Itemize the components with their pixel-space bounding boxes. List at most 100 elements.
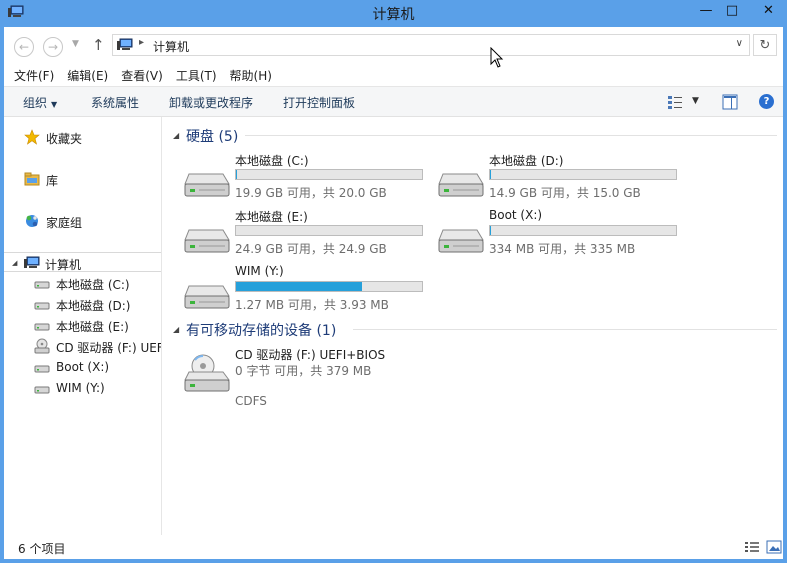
command-bar: 组织 ▼ 系统属性 卸载或更改程序 打开控制面板 ▼ ? <box>4 86 783 117</box>
drive-name: WIM (Y:) <box>235 264 284 278</box>
nav-label: 本地磁盘 (C:) <box>56 278 130 292</box>
menu-file[interactable]: 文件(F) <box>14 67 54 84</box>
nav-computer[interactable]: ◢ 计算机 <box>4 252 161 272</box>
recent-locations-dropdown[interactable]: ▼ <box>72 39 79 49</box>
close-button[interactable]: ✕ <box>750 0 787 20</box>
hard-drive-icon <box>184 285 230 309</box>
hard-drive-icon <box>184 173 230 197</box>
content-pane: ◢ 硬盘 (5) 本地磁盘 (C:) 19.9 GB 可用，共 20.0 GB … <box>163 117 783 535</box>
refresh-button[interactable]: ↻ <box>753 34 777 56</box>
hard-drive-icon <box>34 323 50 331</box>
menu-edit[interactable]: 编辑(E) <box>67 67 108 84</box>
drive-space: 0 字节 可用，共 379 MB <box>235 364 372 378</box>
nav-label: 本地磁盘 (D:) <box>56 299 131 313</box>
library-icon <box>24 172 40 186</box>
help-icon[interactable]: ? <box>759 94 774 109</box>
nav-label: WIM (Y:) <box>56 381 105 395</box>
nav-drive-c[interactable]: 本地磁盘 (C:) <box>4 273 161 293</box>
nav-favorites[interactable]: 收藏夹 <box>4 127 161 147</box>
nav-label: 计算机 <box>45 258 82 272</box>
drive-tile-x[interactable]: Boot (X:) 334 MB 可用，共 335 MB <box>437 208 689 262</box>
maximize-button[interactable]: □ <box>718 0 746 20</box>
group-divider <box>353 329 777 330</box>
system-properties-button[interactable]: 系统属性 <box>91 94 139 111</box>
menu-help[interactable]: 帮助(H) <box>230 67 272 84</box>
menu-bar: 文件(F) 编辑(E) 查看(V) 工具(T) 帮助(H) <box>4 64 783 86</box>
hard-drive-icon <box>34 365 50 373</box>
group-title: 有可移动存储的设备 (1) <box>186 323 337 339</box>
nav-drive-f[interactable]: CD 驱动器 (F:) UEFI+BIOS <box>4 336 161 356</box>
collapse-arrow-icon[interactable]: ◢ <box>173 325 179 334</box>
uninstall-program-button[interactable]: 卸载或更改程序 <box>169 94 253 111</box>
menu-view[interactable]: 查看(V) <box>121 67 163 84</box>
hard-drive-icon <box>438 173 484 197</box>
caret-down-icon: ▼ <box>51 100 58 109</box>
capacity-fill <box>490 226 491 235</box>
computer-icon <box>117 38 133 50</box>
large-icons-view-icon[interactable] <box>766 540 782 554</box>
nav-drive-d[interactable]: 本地磁盘 (D:) <box>4 294 161 314</box>
capacity-fill <box>236 282 363 291</box>
navigation-pane: 收藏夹 库 家庭组 ◢ 计算机 本地磁盘 (C:) 本地磁盘 (D:) 本地磁盘… <box>4 117 162 535</box>
nav-label: 收藏夹 <box>46 132 83 146</box>
forward-button[interactable]: → <box>43 37 63 57</box>
up-button[interactable]: ↑ <box>92 36 105 54</box>
preview-pane-icon[interactable] <box>722 94 738 110</box>
menu-tools[interactable]: 工具(T) <box>176 67 217 84</box>
hard-drive-icon <box>34 281 50 289</box>
drive-tile-y[interactable]: WIM (Y:) 1.27 MB 可用，共 3.93 MB <box>183 264 435 318</box>
drive-name: 本地磁盘 (C:) <box>235 154 309 168</box>
homegroup-icon <box>26 215 38 227</box>
capacity-bar <box>235 225 423 236</box>
nav-label: 本地磁盘 (E:) <box>56 320 129 334</box>
capacity-fill <box>490 170 492 179</box>
capacity-bar <box>235 169 423 180</box>
address-bar[interactable]: ▸ 计算机 ∨ <box>112 34 750 56</box>
back-button[interactable]: ← <box>14 37 34 57</box>
hard-drive-icon <box>184 229 230 253</box>
drive-name: 本地磁盘 (D:) <box>489 154 564 168</box>
change-view-icon[interactable] <box>667 94 683 110</box>
nav-drive-y[interactable]: WIM (Y:) <box>4 378 161 398</box>
nav-homegroup[interactable]: 家庭组 <box>4 211 161 231</box>
hard-drive-icon <box>34 386 50 394</box>
address-row: ← → ▼ ↑ ▸ 计算机 ∨ ↻ <box>4 27 783 63</box>
details-view-icon[interactable] <box>744 540 760 554</box>
capacity-bar <box>235 281 423 292</box>
window-title: 计算机 <box>372 7 415 23</box>
nav-label: 库 <box>46 174 59 188</box>
nav-label: Boot (X:) <box>56 360 110 374</box>
capacity-bar <box>489 225 677 236</box>
nav-drive-e[interactable]: 本地磁盘 (E:) <box>4 315 161 335</box>
drive-space: 1.27 MB 可用，共 3.93 MB <box>235 298 389 312</box>
collapse-arrow-icon[interactable]: ◢ <box>12 259 17 267</box>
chevron-right-icon[interactable]: ▸ <box>139 37 144 48</box>
drive-space: 334 MB 可用，共 335 MB <box>489 242 636 256</box>
drive-tile-e[interactable]: 本地磁盘 (E:) 24.9 GB 可用，共 24.9 GB <box>183 208 435 262</box>
organize-label: 组织 <box>23 96 48 110</box>
drive-tile-d[interactable]: 本地磁盘 (D:) 14.9 GB 可用，共 15.0 GB <box>437 152 689 206</box>
collapse-arrow-icon[interactable]: ◢ <box>173 131 179 140</box>
nav-libraries[interactable]: 库 <box>4 169 161 189</box>
computer-icon <box>24 256 40 268</box>
minimize-button[interactable]: — <box>692 0 720 20</box>
group-removable[interactable]: ◢ 有可移动存储的设备 (1) <box>173 319 783 339</box>
organize-button[interactable]: 组织 ▼ <box>23 94 57 111</box>
nav-label: CD 驱动器 (F:) UEFI+BIOS <box>56 341 161 355</box>
drive-space: 14.9 GB 可用，共 15.0 GB <box>489 186 641 200</box>
group-divider <box>245 135 777 136</box>
open-control-panel-button[interactable]: 打开控制面板 <box>283 94 355 111</box>
nav-drive-x[interactable]: Boot (X:) <box>4 357 161 377</box>
chevron-down-icon[interactable]: ∨ <box>736 38 743 49</box>
group-hard-disks[interactable]: ◢ 硬盘 (5) <box>173 125 783 145</box>
view-options-dropdown[interactable]: ▼ <box>692 96 699 106</box>
title-bar[interactable]: 计算机 — □ ✕ <box>0 0 787 27</box>
breadcrumb-computer[interactable]: 计算机 <box>153 38 189 55</box>
group-title: 硬盘 (5) <box>186 129 239 145</box>
mouse-cursor-icon <box>490 47 504 68</box>
drive-space: 19.9 GB 可用，共 20.0 GB <box>235 186 387 200</box>
star-icon <box>24 129 40 145</box>
drive-tile-c[interactable]: 本地磁盘 (C:) 19.9 GB 可用，共 20.0 GB <box>183 152 435 206</box>
drive-tile-f[interactable]: CD 驱动器 (F:) UEFI+BIOS 0 字节 可用，共 379 MB C… <box>183 346 435 412</box>
hard-drive-icon <box>438 229 484 253</box>
